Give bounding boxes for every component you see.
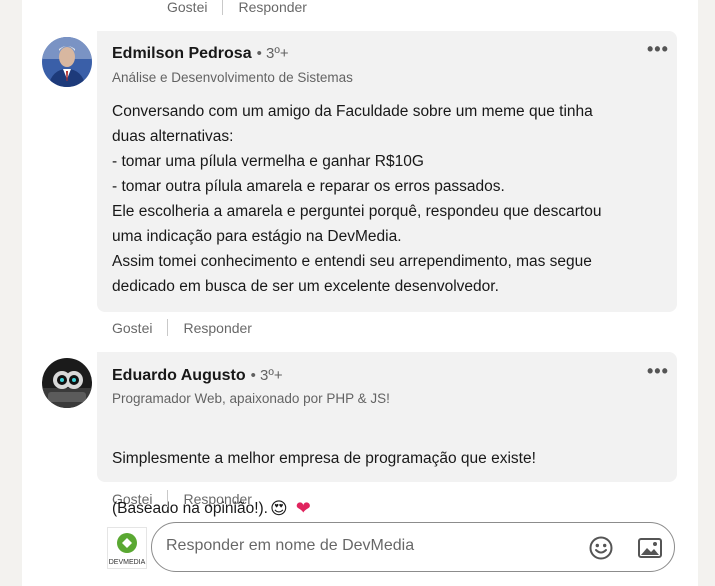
comment-header: Edmilson Pedrosa • 3º+: [112, 45, 289, 63]
comment-text: Conversando com um amigo da Faculdade so…: [112, 103, 602, 295]
author-name[interactable]: Edmilson Pedrosa: [112, 45, 252, 63]
reply-button[interactable]: Responder: [238, 0, 307, 15]
avatar-photo: [42, 358, 92, 408]
like-button[interactable]: Gostei: [167, 0, 207, 15]
comment-actions: Gostei Responder: [112, 490, 252, 507]
emoji-icon[interactable]: [588, 535, 614, 561]
author-headline: Programador Web, apaixonado por PHP & JS…: [112, 391, 390, 406]
comment-text-line: Simplesmente a melhor empresa de program…: [112, 450, 536, 467]
action-divider: [167, 490, 169, 507]
reply-button[interactable]: Responder: [183, 491, 252, 507]
heart-eyes-emoji-icon: 😍: [269, 499, 288, 518]
company-logo-text: DEVMEDIA: [109, 559, 146, 566]
like-button[interactable]: Gostei: [112, 320, 152, 336]
connection-degree: • 3º+: [256, 45, 289, 62]
action-divider: [222, 0, 224, 15]
author-name[interactable]: Eduardo Augusto: [112, 367, 246, 385]
comment-header: Eduardo Augusto • 3º+: [112, 367, 283, 385]
avatar[interactable]: [42, 358, 92, 408]
avatar-photo: [42, 37, 92, 87]
like-button[interactable]: Gostei: [112, 491, 152, 507]
devmedia-logo: DEVMEDIA: [109, 533, 146, 566]
image-icon[interactable]: [637, 536, 663, 560]
connection-degree: • 3º+: [250, 367, 283, 384]
author-headline: Análise e Desenvolvimento de Sistemas: [112, 70, 353, 85]
heart-emoji-icon: ❤: [295, 498, 311, 518]
more-options-icon[interactable]: •••: [647, 362, 669, 380]
company-logo[interactable]: DEVMEDIA: [107, 527, 147, 569]
reply-field[interactable]: [151, 522, 675, 572]
avatar[interactable]: [42, 37, 92, 87]
comment-actions: Gostei Responder: [112, 319, 252, 336]
previous-comment-actions: Gostei Responder: [167, 0, 307, 15]
reply-input[interactable]: [166, 537, 566, 555]
reply-button[interactable]: Responder: [183, 320, 252, 336]
action-divider: [167, 319, 169, 336]
more-options-icon[interactable]: •••: [647, 40, 669, 58]
